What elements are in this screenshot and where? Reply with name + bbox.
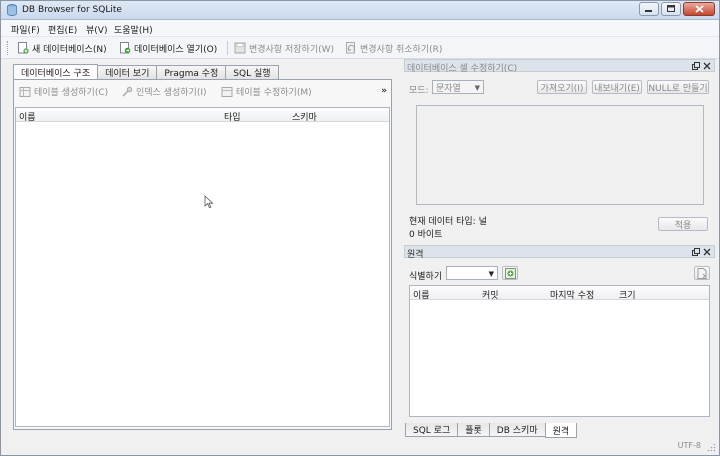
mode-select[interactable]: 문자열 ▼ — [432, 80, 484, 94]
tab-remote[interactable]: 원격 — [544, 423, 578, 438]
write-changes-button[interactable]: 변경사항 저장하기(W) — [234, 40, 334, 56]
maximize-icon — [666, 5, 675, 12]
app-window: DB Browser for SQLite 파일(F) 편집(E) 뷰(V) 도… — [0, 0, 720, 456]
tab-browse-data[interactable]: 데이터 보기 — [97, 65, 158, 79]
chevron-down-icon: ▼ — [474, 84, 480, 92]
new-database-label: 새 데이터베이스(N) — [32, 44, 107, 55]
remote-action-button[interactable] — [694, 266, 710, 280]
tab-edit-pragmas[interactable]: Pragma 수정 — [156, 65, 227, 79]
revert-changes-label: 변경사항 취소하기(R) — [360, 44, 443, 55]
open-database-icon — [120, 42, 131, 54]
dock-tab-bar: SQL 로그 플롯 DB 스키마 원격 — [405, 423, 578, 438]
remote-dock-title: 원격 — [404, 245, 715, 260]
export-button[interactable]: 내보내기(E) — [592, 80, 642, 94]
column-header-type[interactable]: 타입 — [224, 110, 241, 123]
column-header-last-modified[interactable]: 마지막 수정 — [550, 288, 594, 301]
schema-tree-view[interactable]: 이름 타입 스키마 — [15, 107, 390, 427]
title-bar: DB Browser for SQLite — [1, 1, 719, 20]
chevron-down-icon: ▼ — [488, 270, 494, 278]
remote-list-header: 이름 커밋 마지막 수정 크기 — [410, 286, 709, 301]
menu-help[interactable]: 도움말(H) — [114, 23, 153, 36]
import-button[interactable]: 가져오기(I) — [537, 80, 587, 94]
open-database-label: 데이터베이스 열기(O) — [134, 44, 218, 55]
column-header-commit[interactable]: 커밋 — [482, 288, 499, 301]
resize-grip-icon[interactable] — [707, 443, 716, 452]
set-null-button[interactable]: NULL로 만들기 — [647, 80, 709, 94]
status-bar: UTF-8 — [1, 438, 719, 455]
column-header-name[interactable]: 이름 — [19, 110, 36, 123]
save-icon — [234, 42, 246, 54]
main-toolbar: 새 데이터베이스(N) 데이터베이스 열기(O) 변경사항 저장하기(W) 변경… — [1, 37, 719, 59]
close-icon — [694, 5, 704, 13]
maximize-button[interactable] — [661, 2, 681, 16]
mode-label: 모드: — [409, 86, 429, 96]
document-icon — [697, 267, 707, 279]
close-dock-icon[interactable] — [703, 248, 711, 256]
create-table-label: 테이블 생성하기(C) — [34, 88, 109, 98]
mode-select-value: 문자열 — [436, 83, 461, 94]
toolbar-overflow-button[interactable]: » — [381, 86, 387, 96]
close-dock-icon[interactable] — [703, 62, 711, 70]
remote-file-list[interactable]: 이름 커밋 마지막 수정 크기 — [409, 285, 710, 417]
tab-db-schema[interactable]: DB 스키마 — [488, 423, 546, 437]
new-database-button[interactable]: 새 데이터베이스(N) — [17, 40, 107, 56]
menu-bar: 파일(F) 편집(E) 뷰(V) 도움말(H) — [1, 20, 719, 37]
column-header-size[interactable]: 크기 — [619, 288, 636, 301]
tab-execute-sql[interactable]: SQL 실행 — [225, 65, 279, 79]
remote-title: 원격 — [407, 250, 424, 260]
write-changes-label: 변경사항 저장하기(W) — [249, 44, 335, 55]
revert-icon — [346, 42, 355, 54]
tab-plot[interactable]: 플롯 — [457, 423, 490, 437]
mouse-cursor-icon — [204, 195, 214, 209]
open-database-button[interactable]: 데이터베이스 열기(O) — [119, 40, 217, 56]
toolbar-separator — [227, 41, 228, 55]
column-header-name[interactable]: 이름 — [413, 288, 430, 301]
database-structure-panel: 테이블 생성하기(C) 인덱스 생성하기(I) 테이블 수정하기(M) » 이름… — [13, 79, 392, 430]
modify-table-icon — [221, 86, 233, 97]
add-identity-button[interactable] — [502, 266, 518, 280]
edit-cell-dock-title: 데이터베이스 셀 수정하기(C) — [404, 59, 715, 74]
app-logo-icon — [7, 4, 17, 16]
create-index-button[interactable]: 인덱스 생성하기(I) — [121, 85, 207, 98]
structure-toolbar: 테이블 생성하기(C) 인덱스 생성하기(I) 테이블 수정하기(M) » — [14, 80, 391, 102]
toolbar-grip[interactable] — [7, 41, 10, 55]
modify-table-label: 테이블 수정하기(M) — [236, 88, 312, 98]
menu-view[interactable]: 뷰(V) — [86, 23, 107, 36]
add-identity-icon — [504, 267, 516, 279]
main-tab-bar: 데이터베이스 구조 데이터 보기 Pragma 수정 SQL 실행 — [13, 64, 279, 79]
minimize-button[interactable] — [639, 2, 659, 16]
tab-sql-log[interactable]: SQL 로그 — [405, 423, 459, 437]
float-dock-icon[interactable] — [692, 248, 700, 256]
window-title: DB Browser for SQLite — [22, 5, 122, 15]
identity-select[interactable]: ▼ — [446, 266, 498, 280]
cell-editor-textarea[interactable] — [416, 105, 704, 205]
data-size-label: 0 바이트 — [409, 230, 443, 240]
data-type-label: 현재 데이터 타입: 널 — [409, 217, 487, 227]
close-button[interactable] — [683, 2, 715, 16]
minimize-icon — [645, 10, 652, 12]
edit-cell-title: 데이터베이스 셀 수정하기(C) — [407, 64, 518, 74]
new-database-icon — [18, 42, 29, 54]
create-table-icon — [19, 86, 31, 97]
modify-table-button[interactable]: 테이블 수정하기(M) — [221, 85, 312, 98]
create-index-label: 인덱스 생성하기(I) — [136, 88, 207, 98]
tab-database-structure[interactable]: 데이터베이스 구조 — [13, 64, 99, 79]
column-header-schema[interactable]: 스키마 — [292, 110, 317, 123]
create-table-button[interactable]: 테이블 생성하기(C) — [19, 85, 108, 98]
encoding-status: UTF-8 — [677, 441, 701, 450]
revert-changes-button[interactable]: 변경사항 취소하기(R) — [345, 40, 442, 56]
float-dock-icon[interactable] — [692, 62, 700, 70]
apply-button[interactable]: 적용 — [658, 217, 708, 231]
menu-edit[interactable]: 편집(E) — [48, 23, 77, 36]
create-index-icon — [122, 86, 133, 97]
menu-file[interactable]: 파일(F) — [11, 23, 40, 36]
identity-label: 식별하기 — [409, 272, 443, 282]
schema-tree-header: 이름 타입 스키마 — [16, 108, 389, 123]
